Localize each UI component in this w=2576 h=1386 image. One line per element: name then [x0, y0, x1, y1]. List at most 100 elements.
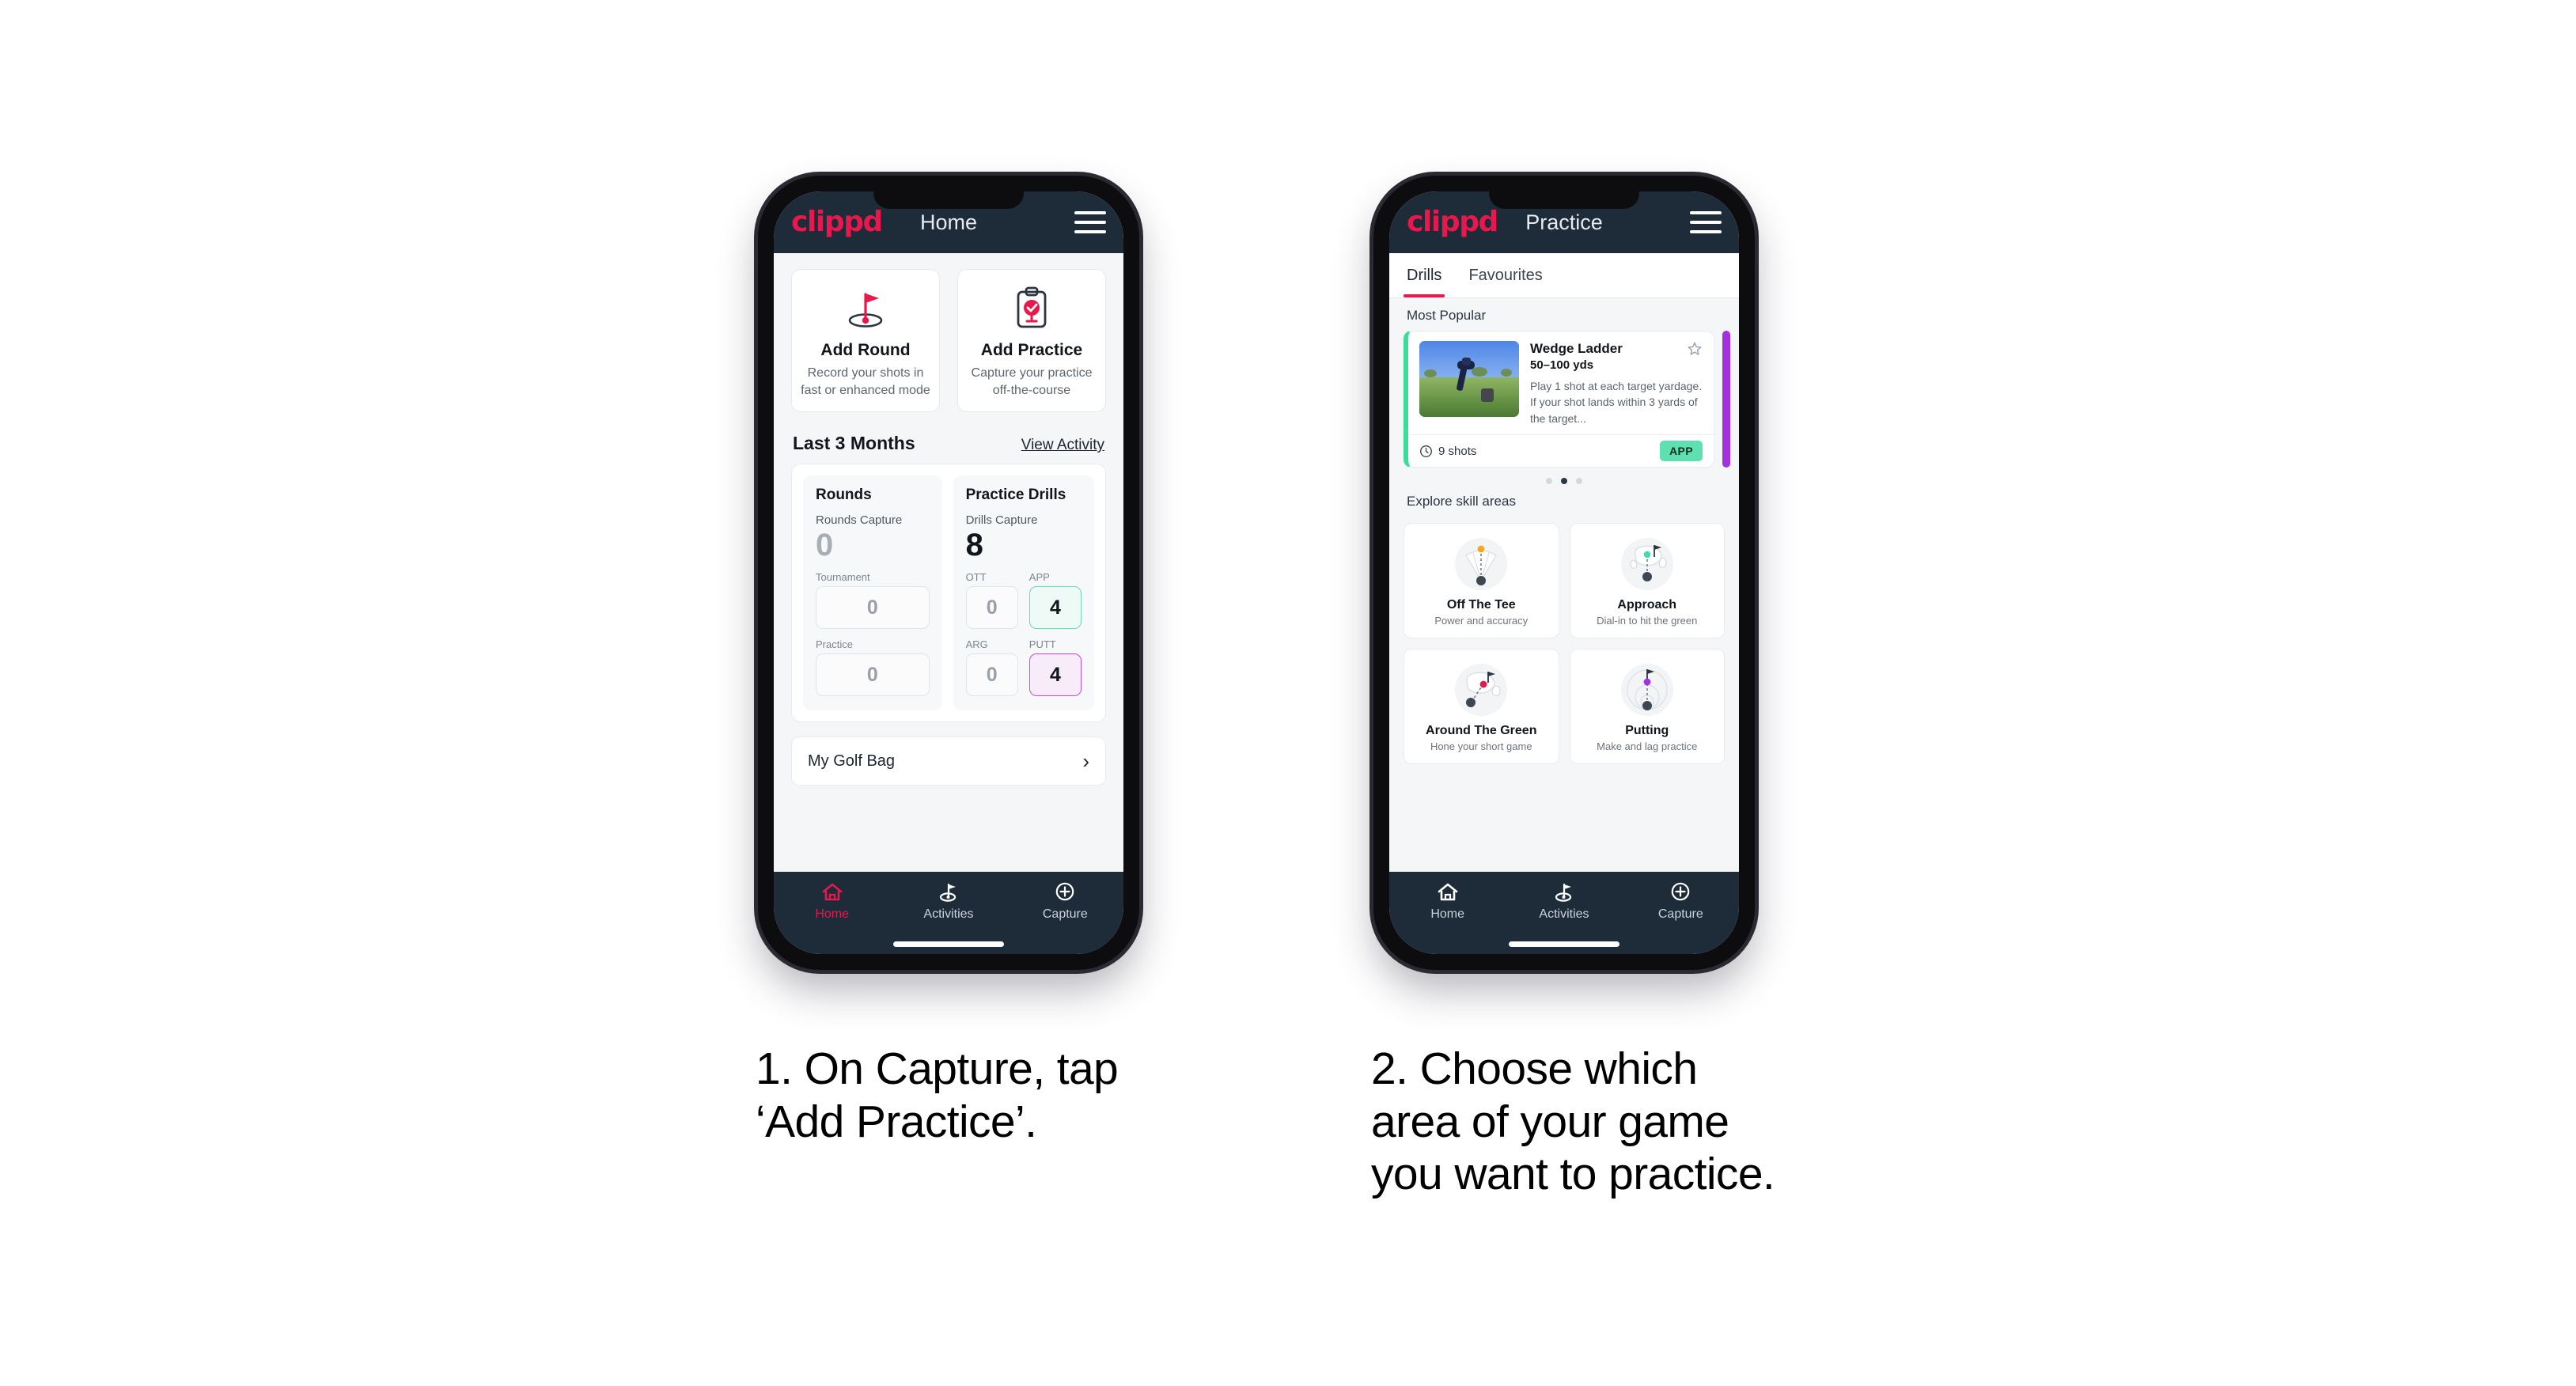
rounds-capture-label: Rounds Capture	[816, 513, 903, 528]
skill-areas-grid: Off The Tee Power and accuracy Approach …	[1389, 517, 1739, 765]
rounds-capture-value: 0	[816, 528, 834, 563]
hamburger-menu-icon[interactable]	[1690, 211, 1722, 233]
ott-value[interactable]: 0	[965, 586, 1018, 630]
clipboard-check-tee-icon	[966, 284, 1097, 333]
app-value[interactable]: 4	[1029, 586, 1082, 630]
explore-skill-areas-label: Explore skill areas	[1407, 494, 1516, 509]
drill-yardage: 50–100 yds	[1530, 358, 1594, 372]
nav-item-home[interactable]: Home	[1389, 881, 1506, 922]
nav-label-activities: Activities	[923, 907, 974, 921]
skill-subtitle: Dial-in to hit the green	[1597, 615, 1698, 627]
tee-shot-dispersion-icon	[1411, 533, 1552, 595]
home-content: Add Round Record your shots in fast or e…	[774, 253, 1123, 872]
nav-label-capture: Capture	[1042, 907, 1088, 921]
practice-content: Most Popular Wedge Ladder 50–100 yds Pla…	[1389, 298, 1739, 872]
skill-card-off-the-tee[interactable]: Off The Tee Power and accuracy	[1404, 523, 1559, 639]
clippd-logo: clippd	[791, 206, 883, 238]
screenshot-canvas: clippd Home Add Round Record your shots …	[0, 0, 2576, 1386]
most-popular-label: Most Popular	[1407, 308, 1487, 323]
drill-thumbnail	[1419, 341, 1519, 417]
nav-label-home: Home	[1430, 907, 1464, 921]
drill-card[interactable]: Wedge Ladder 50–100 yds Play 1 shot at e…	[1404, 331, 1714, 468]
skill-subtitle: Hone your short game	[1430, 740, 1532, 753]
add-round-title: Add Round	[820, 341, 911, 359]
skill-card-putting[interactable]: Putting Make and lag practice	[1569, 649, 1725, 765]
drill-shots-label: 9 shots	[1438, 444, 1477, 458]
add-practice-title: Add Practice	[980, 341, 1083, 359]
home-icon	[1438, 883, 1457, 901]
tournament-label: Tournament	[816, 571, 870, 584]
drill-shots: 9 shots	[1419, 445, 1476, 458]
nav-item-home[interactable]: Home	[774, 881, 890, 922]
add-practice-card[interactable]: Add Practice Capture your practice off-t…	[957, 269, 1106, 413]
section-header: Last 3 Months View Activity	[774, 412, 1123, 464]
phone-notch	[873, 191, 1025, 209]
next-drill-card-peek[interactable]	[1722, 331, 1730, 468]
phone1-screen: clippd Home Add Round Record your shots …	[774, 191, 1123, 954]
chip-around-green-icon	[1411, 659, 1552, 721]
caption-step-2: 2. Choose which area of your game you wa…	[1371, 1043, 1775, 1200]
phone-notch	[1488, 191, 1640, 209]
phone2-screen: clippd Practice Drills Favourites Most P…	[1389, 191, 1739, 954]
carousel-dot-3[interactable]	[1576, 478, 1582, 485]
tab-bar: Drills Favourites	[1389, 253, 1739, 298]
tab-drills[interactable]: Drills	[1403, 253, 1445, 297]
skill-subtitle: Make and lag practice	[1597, 740, 1698, 753]
star-outline-icon[interactable]	[1687, 341, 1703, 361]
carousel-dot-1[interactable]	[1546, 478, 1552, 485]
home-icon	[822, 883, 842, 901]
arg-label: ARG	[965, 638, 988, 651]
chevron-right-icon: ›	[1082, 749, 1089, 774]
home-indicator	[1509, 941, 1619, 947]
view-activity-link[interactable]: View Activity	[1021, 437, 1104, 454]
skill-card-around-the-green[interactable]: Around The Green Hone your short game	[1404, 649, 1559, 765]
nav-item-capture[interactable]: Capture	[1623, 881, 1739, 922]
approach-green-icon	[1577, 533, 1718, 595]
tab-favourites[interactable]: Favourites	[1468, 253, 1542, 297]
drills-capture-label: Drills Capture	[965, 513, 1038, 528]
golf-flag-hole-icon	[800, 284, 931, 333]
phone-mockup-practice: clippd Practice Drills Favourites Most P…	[1373, 176, 1755, 970]
plus-circle-icon	[1672, 882, 1690, 901]
drill-name: Wedge Ladder	[1530, 341, 1623, 356]
caption-step-1: 1. On Capture, tap ‘Add Practice’.	[756, 1043, 1119, 1147]
skill-title: Off The Tee	[1446, 598, 1516, 612]
arg-value[interactable]: 0	[965, 653, 1018, 697]
nav-label-activities: Activities	[1539, 907, 1589, 921]
drills-column: Practice Drills Drills Capture 8 OTT 0 A…	[953, 475, 1094, 711]
add-round-subtitle: Record your shots in fast or enhanced mo…	[801, 366, 930, 397]
bottom-navigation: Home Activities Capture	[1389, 872, 1739, 954]
hamburger-menu-icon[interactable]	[1074, 211, 1106, 233]
drill-carousel[interactable]: Wedge Ladder 50–100 yds Play 1 shot at e…	[1389, 331, 1739, 468]
skill-subtitle: Power and accuracy	[1434, 615, 1529, 627]
my-golf-bag-row[interactable]: My Golf Bag ›	[791, 737, 1106, 786]
stats-panel: Rounds Rounds Capture 0 Tournament 0 Pra…	[791, 464, 1106, 723]
app-label: APP	[1029, 571, 1050, 584]
putting-rings-icon	[1577, 659, 1718, 721]
golf-flag-icon	[1555, 883, 1572, 902]
drill-description: Play 1 shot at each target yardage. If y…	[1530, 380, 1703, 425]
home-indicator	[893, 941, 1004, 947]
nav-item-activities[interactable]: Activities	[1506, 881, 1622, 922]
tournament-value[interactable]: 0	[816, 586, 930, 630]
add-round-card[interactable]: Add Round Record your shots in fast or e…	[791, 269, 940, 413]
nav-item-activities[interactable]: Activities	[890, 881, 1006, 922]
carousel-dots[interactable]	[1389, 468, 1739, 486]
section-title: Last 3 Months	[793, 433, 915, 454]
quick-actions: Add Round Record your shots in fast or e…	[774, 253, 1123, 413]
clippd-logo: clippd	[1407, 206, 1498, 238]
putt-label: PUTT	[1029, 638, 1056, 651]
practice-label: Practice	[816, 638, 853, 651]
skill-title: Putting	[1625, 724, 1669, 738]
skill-title: Approach	[1617, 598, 1677, 612]
rounds-column: Rounds Rounds Capture 0 Tournament 0 Pra…	[803, 475, 942, 711]
plus-circle-icon	[1056, 882, 1074, 901]
drills-capture-value: 8	[965, 528, 983, 563]
nav-label-home: Home	[815, 907, 849, 921]
skill-title: Around The Green	[1426, 724, 1537, 738]
nav-item-capture[interactable]: Capture	[1007, 881, 1123, 922]
practice-value[interactable]: 0	[816, 653, 930, 697]
carousel-dot-2[interactable]	[1561, 478, 1567, 485]
skill-card-approach[interactable]: Approach Dial-in to hit the green	[1569, 523, 1725, 639]
putt-value[interactable]: 4	[1029, 653, 1082, 697]
